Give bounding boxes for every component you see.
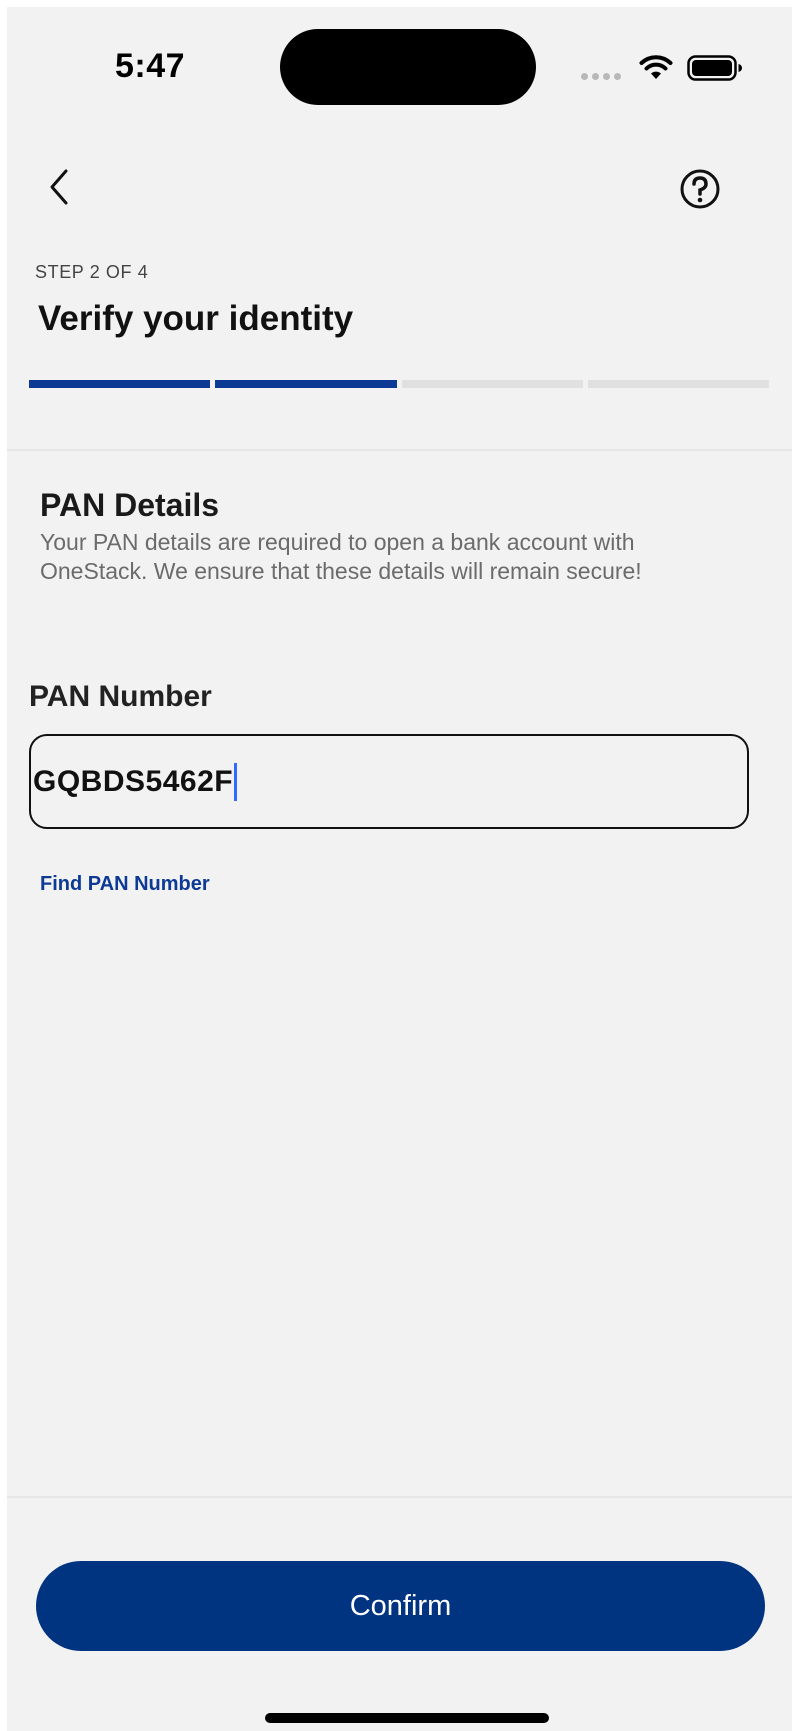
app-screen: 5:47 STEP 2 OF 4 Verify your identity PA… <box>7 7 792 1731</box>
section-title: PAN Details <box>40 487 220 523</box>
progress-segment-pending <box>401 380 583 388</box>
progress-segment-pending <box>587 380 769 388</box>
signal-dots-icon <box>581 73 621 80</box>
help-button[interactable] <box>678 167 722 211</box>
progress-segment-complete <box>215 380 397 388</box>
wifi-icon <box>639 55 673 79</box>
step-indicator: STEP 2 OF 4 <box>35 262 149 282</box>
dynamic-island <box>280 29 536 105</box>
home-indicator <box>265 1713 549 1723</box>
find-pan-number-link[interactable]: Find PAN Number <box>40 873 210 896</box>
back-button[interactable] <box>37 163 81 211</box>
page-title: Verify your identity <box>38 299 354 338</box>
divider <box>7 1496 792 1498</box>
text-caret <box>234 762 238 801</box>
chevron-left-icon <box>50 169 68 205</box>
divider <box>7 449 792 451</box>
status-time: 5:47 <box>115 47 186 85</box>
pan-number-value: GQBDS5462F <box>33 764 234 798</box>
section-description: Your PAN details are required to open a … <box>40 529 642 584</box>
battery-icon <box>687 55 742 81</box>
step-progress-bar <box>29 380 769 388</box>
progress-segment-complete <box>29 380 211 388</box>
pan-number-label: PAN Number <box>29 680 212 713</box>
confirm-button[interactable]: Confirm <box>36 1561 765 1651</box>
pan-number-input[interactable]: GQBDS5462F <box>29 734 749 829</box>
